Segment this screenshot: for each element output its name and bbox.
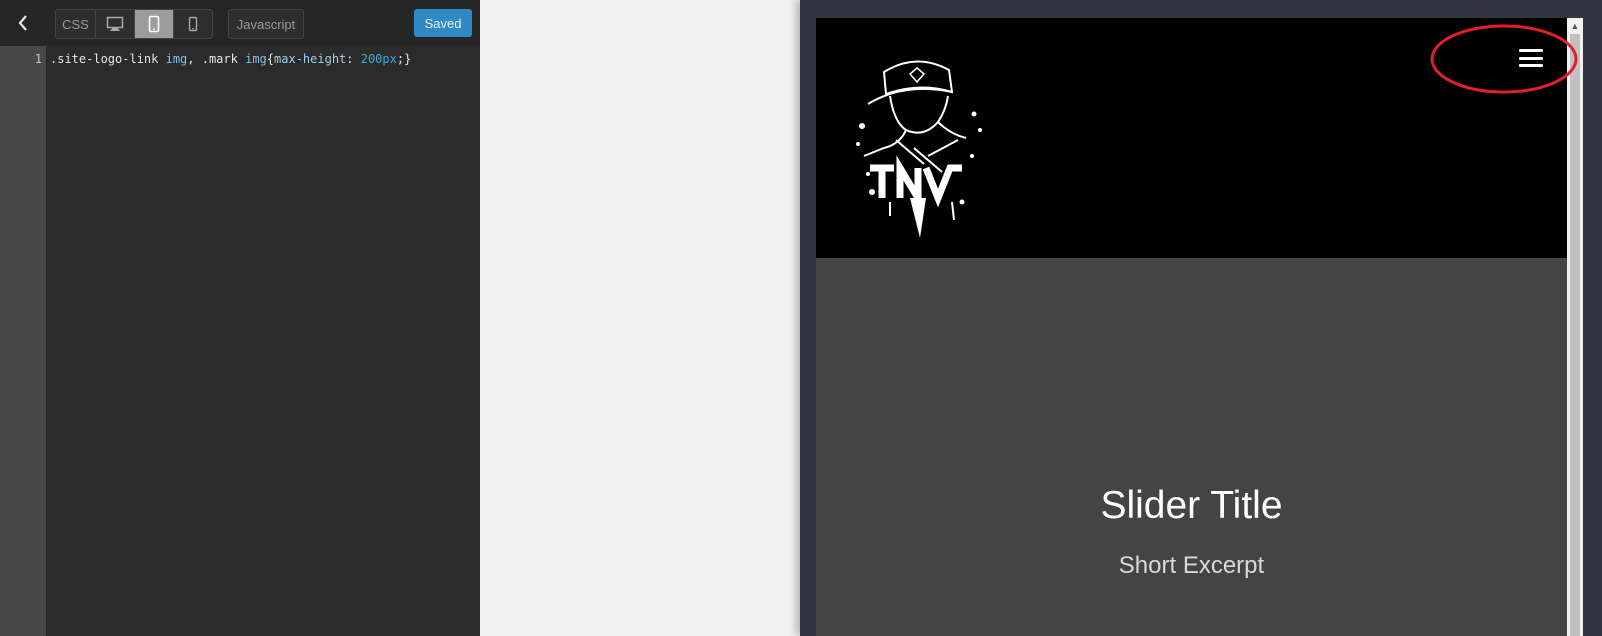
code-property: max-height <box>274 52 347 66</box>
code-selector: .mark <box>201 52 246 66</box>
band-logo-image[interactable] <box>854 52 984 242</box>
monitor-icon <box>106 16 124 31</box>
preview-background <box>480 0 800 636</box>
slider-title: Slider Title <box>1100 484 1283 527</box>
code-selector: .site-logo-link <box>50 52 166 66</box>
editor-toolbar: CSS Javascript Saved <box>0 0 480 46</box>
view-mode-group: CSS <box>55 9 213 39</box>
slider-excerpt: Short Excerpt <box>1118 552 1265 579</box>
css-tab[interactable]: CSS <box>56 10 96 38</box>
device-frame-edge <box>1583 0 1602 636</box>
tablet-icon <box>148 15 160 33</box>
line-number: 1 <box>34 52 42 66</box>
javascript-tab[interactable]: Javascript <box>228 9 304 39</box>
back-button[interactable] <box>0 0 46 46</box>
css-editor-panel: CSS Javascript Saved 1 .site-logo-link i… <box>0 0 480 636</box>
code-line[interactable]: .site-logo-link img, .mark img{max-heigh… <box>50 52 411 66</box>
code-value: 200px <box>360 52 397 66</box>
line-number-gutter <box>0 46 46 636</box>
desktop-view-button[interactable] <box>96 10 135 38</box>
code-tag: img <box>245 52 267 66</box>
code-colon: : <box>346 52 361 66</box>
tablet-view-button[interactable] <box>135 10 174 38</box>
mobile-view-button[interactable] <box>174 10 212 38</box>
annotation-ellipse <box>1430 24 1578 94</box>
code-tag: img <box>165 52 188 66</box>
chevron-left-icon <box>18 15 27 31</box>
preview-screen: Slider Title Short Excerpt <box>816 18 1567 636</box>
saved-button[interactable]: Saved <box>414 9 472 37</box>
code-brace-close: ;} <box>396 52 412 66</box>
phone-icon <box>188 16 198 32</box>
preview-scrollbar[interactable]: ▲ <box>1567 18 1583 636</box>
scrollbar-thumb[interactable] <box>1570 34 1580 636</box>
code-separator: , <box>187 52 202 66</box>
code-brace-open: { <box>266 52 275 66</box>
